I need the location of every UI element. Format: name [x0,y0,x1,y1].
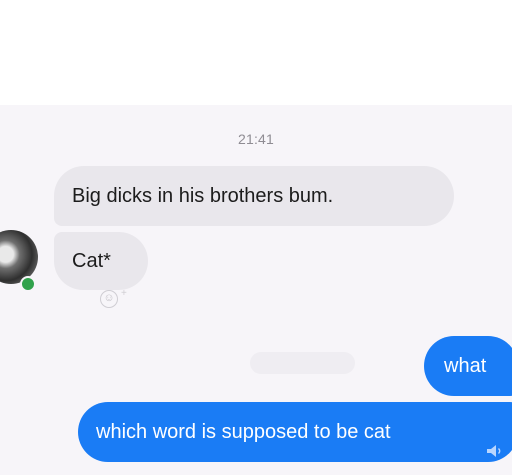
message-text: what [444,355,487,377]
outgoing-message-bubble[interactable]: which word is supposed to be cat [78,402,512,462]
message-text: which word is supposed to be cat [96,421,391,443]
message-text: Big dicks in his brothers bum. [72,185,334,207]
contact-avatar[interactable] [0,230,38,284]
speaker-icon [487,445,501,457]
reaction-plus-icon: + [121,288,127,299]
message-timestamp: 21:41 [237,131,275,147]
add-reaction-icon[interactable]: ☺ [100,290,118,308]
message-text: Cat* [72,250,111,272]
faded-bubble-artifact [250,352,355,374]
online-status-dot [20,276,36,292]
outgoing-message-bubble[interactable]: what [424,336,512,396]
incoming-message-bubble[interactable]: Cat* [54,232,148,290]
top-blank-area [0,0,512,105]
incoming-message-bubble[interactable]: Big dicks in his brothers bum. [54,166,454,226]
